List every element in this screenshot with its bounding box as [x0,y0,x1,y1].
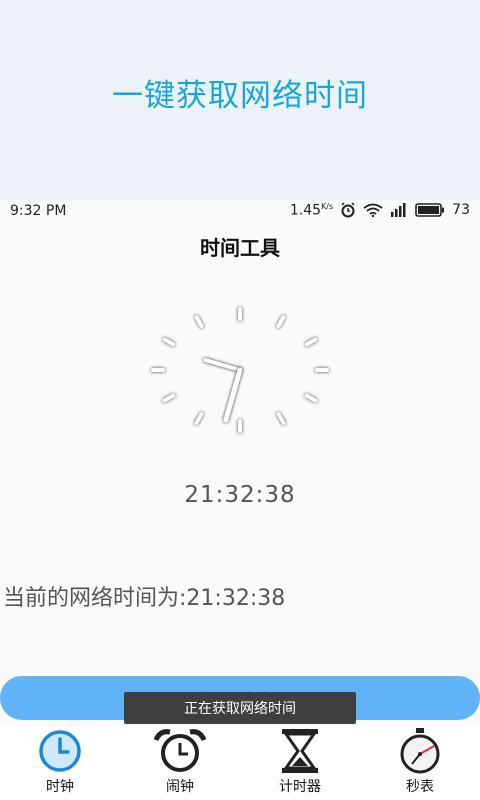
clock-tick [194,315,204,328]
page-title: 时间工具 [200,236,280,260]
clock-tick [162,393,176,403]
status-bar: 9:32 PM 1.45K/s 73 [0,200,480,224]
clock-tick [304,393,318,403]
alarm-clock-icon [153,729,207,772]
wifi-icon [363,203,383,218]
bottom-tab-bar: 时钟 闹钟 计时器 秒表 [0,726,480,800]
tab-alarm[interactable]: 闹钟 [120,726,240,800]
tab-label: 闹钟 [166,779,194,795]
clock-tick [162,337,176,347]
clock-tick [304,337,318,347]
toast-message: 正在获取网络时间 [124,692,356,724]
clock-tick [276,315,286,328]
network-time-text: 当前的网络时间为:21:32:38 [3,586,286,611]
digital-clock: 21:32:38 [184,482,296,508]
tab-timer[interactable]: 计时器 [240,726,360,800]
tab-stopwatch[interactable]: 秒表 [360,726,480,800]
status-icons: 1.45K/s 73 [290,202,470,219]
clock-icon [28,728,92,774]
banner-title: 一键获取网络时间 [112,77,368,114]
clock-tick [194,412,204,425]
analog-clock [151,307,329,433]
status-time: 9:32 PM [10,203,67,219]
minute-hand [223,367,243,423]
hourglass-icon [282,729,318,773]
battery-icon [415,203,445,218]
stopwatch-icon [400,728,440,774]
tab-label: 秒表 [406,779,434,795]
battery-level: 73 [452,202,470,219]
alarm-icon [341,202,355,218]
hour-hand [203,358,242,372]
tab-label: 计时器 [279,779,321,795]
network-speed: 1.45K/s [289,202,334,219]
tab-clock[interactable]: 时钟 [0,726,120,800]
signal-icon [391,203,406,218]
clock-tick [276,412,286,425]
tab-label: 时钟 [46,779,74,795]
promo-banner: 一键获取网络时间 [0,0,480,200]
